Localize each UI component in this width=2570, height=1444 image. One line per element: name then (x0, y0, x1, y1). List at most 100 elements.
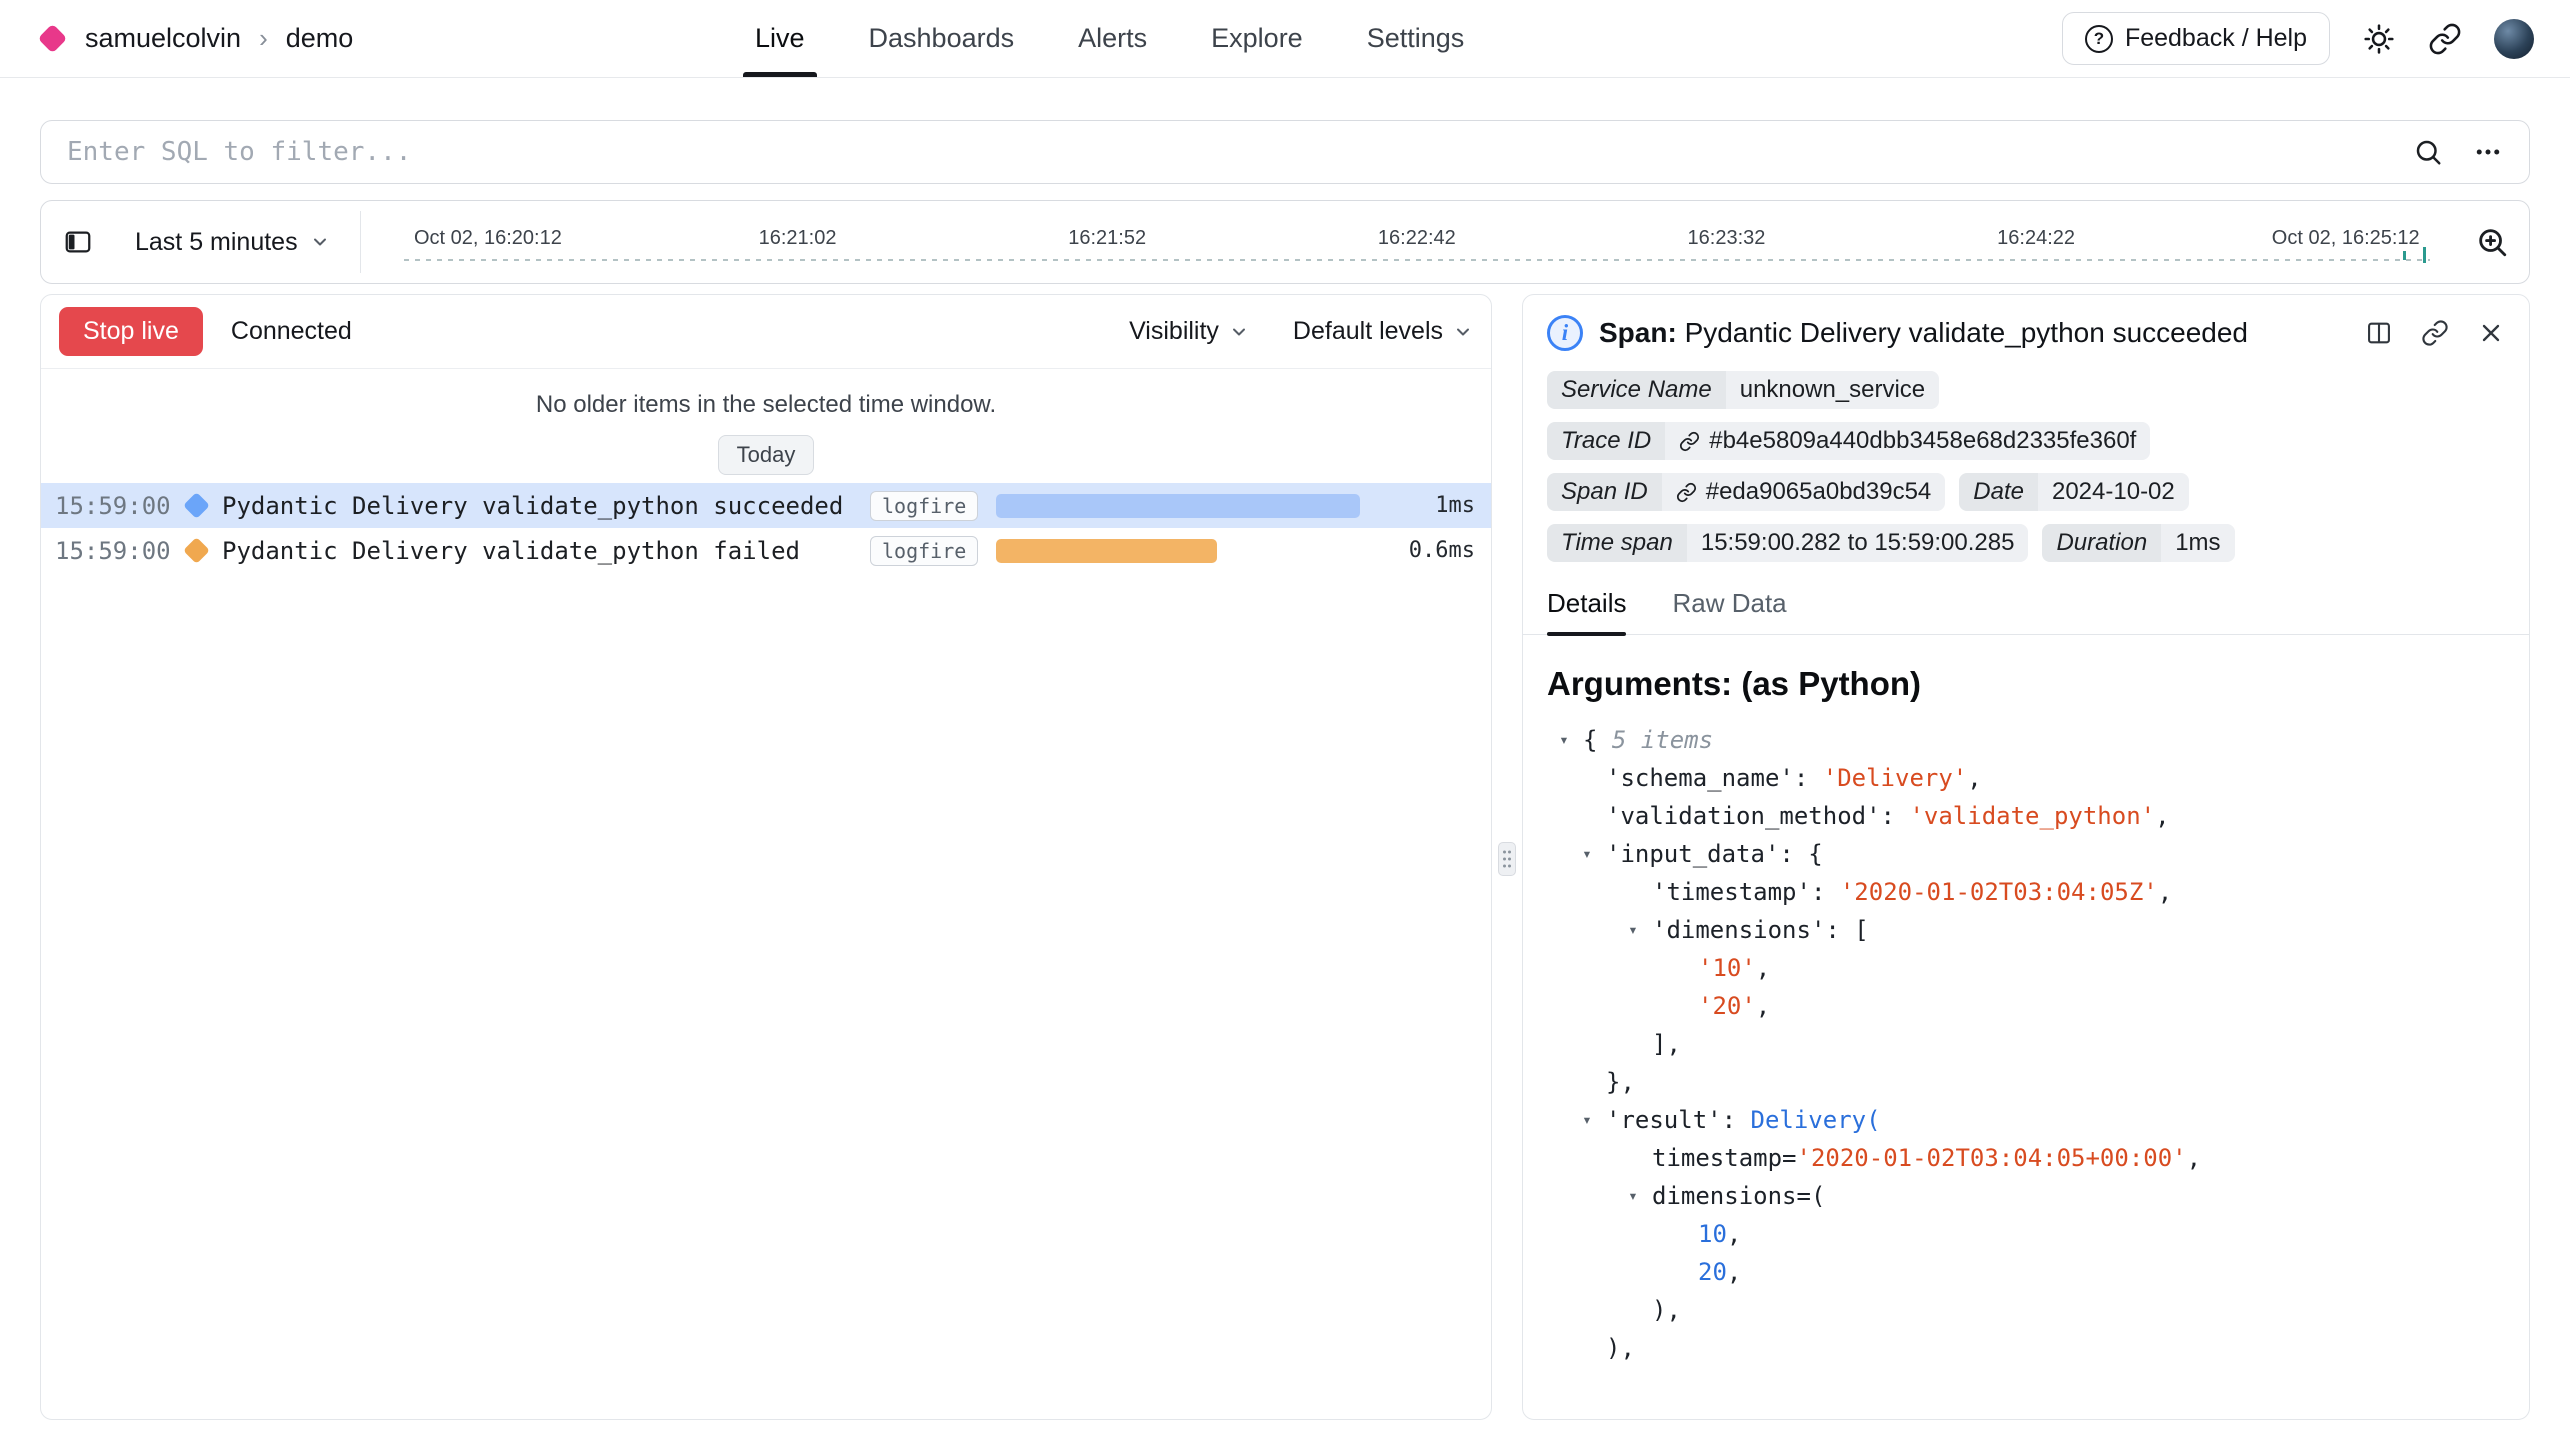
detail-tabs: Details Raw Data (1523, 588, 2529, 635)
close-icon[interactable] (2477, 319, 2505, 347)
trace-row[interactable]: 15:59:00Pydantic Delivery validate_pytho… (41, 528, 1491, 573)
time-range-select[interactable]: Last 5 minutes (101, 228, 348, 257)
sql-filter-bar (40, 120, 2530, 184)
breadcrumb-org[interactable]: samuelcolvin (85, 23, 241, 54)
collapse-toggle-icon[interactable]: ▾ (1576, 1101, 1598, 1139)
theme-toggle-icon[interactable] (2362, 22, 2396, 56)
timeline-tick-label: 16:22:42 (1378, 227, 1456, 250)
span-metadata-badges: Service Nameunknown_service Trace ID#b4e5… (1523, 365, 2529, 562)
panel-resize-divider (1492, 294, 1522, 1420)
nav-tab-settings[interactable]: Settings (1367, 0, 1465, 77)
link-icon[interactable] (1679, 431, 1700, 452)
visibility-dropdown[interactable]: Visibility (1129, 317, 1249, 346)
badge-value-text: 1ms (2175, 529, 2220, 557)
sql-filter-input[interactable] (67, 137, 2383, 167)
row-tag-badge[interactable]: logfire (870, 536, 978, 566)
arguments-code-tree: ▾{ 5 items'schema_name': 'Delivery','val… (1523, 721, 2529, 1383)
trace-row[interactable]: 15:59:00Pydantic Delivery validate_pytho… (41, 483, 1491, 528)
code-line: 'schema_name': 'Delivery', (1523, 759, 2529, 797)
breadcrumb: samuelcolvin › demo (36, 23, 353, 54)
timeline-track[interactable]: Oct 02, 16:20:12 16:21:02 16:21:52 16:22:42… (373, 201, 2461, 283)
badge-service-name: Service Nameunknown_service (1547, 371, 1939, 409)
badge-label: Date (1959, 473, 2038, 511)
nav-tab-dashboards[interactable]: Dashboards (869, 0, 1015, 77)
logfire-logo-icon[interactable] (38, 24, 68, 54)
copy-link-icon[interactable] (2421, 319, 2449, 347)
span-title: Span: Pydantic Delivery validate_python … (1599, 317, 2248, 349)
timeline-tick-label: Oct 02, 16:20:12 (414, 227, 562, 250)
tab-details[interactable]: Details (1547, 588, 1626, 634)
code-token-pc: { (1583, 726, 1597, 754)
code-token-str: 'validate_python' (1909, 802, 2155, 830)
timeline-tick-label: 16:21:52 (1068, 227, 1146, 250)
more-options-icon[interactable] (2473, 137, 2503, 167)
breadcrumb-project[interactable]: demo (286, 23, 354, 54)
row-span-title: Pydantic Delivery validate_python failed (222, 537, 870, 565)
code-token-pc: , (2187, 1144, 2201, 1172)
badge-value: 15:59:00.282 to 15:59:00.285 (1687, 524, 2029, 562)
code-token-cls: Delivery( (1751, 1106, 1881, 1134)
span-detail-header: i Span: Pydantic Delivery validate_pytho… (1523, 295, 2529, 365)
badge-label: Trace ID (1547, 422, 1665, 460)
collapse-toggle-icon[interactable]: ▾ (1576, 835, 1598, 873)
question-icon: ? (2085, 25, 2113, 53)
code-line: }, (1523, 1063, 2529, 1101)
timeline-tick-label: 16:24:22 (1997, 227, 2075, 250)
code-line: ], (1523, 1025, 2529, 1063)
code-line: ), (1523, 1329, 2529, 1367)
nav-tab-alerts[interactable]: Alerts (1078, 0, 1147, 77)
nav-tab-live[interactable]: Live (755, 0, 805, 77)
badge-row: Trace ID#b4e5809a440dbb3458e68d2335fe360… (1547, 422, 2505, 460)
panel-columns-icon[interactable] (2365, 319, 2393, 347)
badge-value: #b4e5809a440dbb3458e68d2335fe360f (1665, 422, 2150, 460)
link-icon[interactable] (1676, 482, 1697, 503)
code-token-str: 'Delivery' (1823, 764, 1968, 792)
badge-duration: Duration1ms (2042, 524, 2234, 562)
code-token-key: 'schema_name' (1606, 764, 1794, 792)
nav-tab-explore[interactable]: Explore (1211, 0, 1303, 77)
collapse-toggle-icon[interactable]: ▾ (1622, 911, 1644, 949)
stop-live-button[interactable]: Stop live (59, 307, 203, 356)
badge-trace-id: Trace ID#b4e5809a440dbb3458e68d2335fe360… (1547, 422, 2150, 460)
code-token-pc: : { (1779, 840, 1822, 868)
code-token-meta: 5 items (1597, 726, 1713, 754)
row-span-title: Pydantic Delivery validate_python succee… (222, 492, 870, 520)
visibility-label: Visibility (1129, 317, 1219, 346)
divider (360, 211, 362, 273)
timeline-tick-label: Oct 02, 16:25:12 (2272, 227, 2420, 250)
tab-raw-data[interactable]: Raw Data (1672, 588, 1786, 634)
badge-label: Span ID (1547, 473, 1662, 511)
breadcrumb-separator-icon: › (257, 23, 270, 54)
row-tag-badge[interactable]: logfire (870, 491, 978, 521)
default-levels-label: Default levels (1293, 317, 1443, 346)
code-token-pc: ), (1652, 1296, 1681, 1324)
timeline-tick-label: 16:21:02 (759, 227, 837, 250)
zoom-in-icon[interactable] (2475, 225, 2509, 259)
collapse-toggle-icon[interactable]: ▾ (1622, 1177, 1644, 1215)
code-token-str: '10' (1698, 954, 1756, 982)
search-icon[interactable] (2413, 137, 2443, 167)
code-token-pc: : (1811, 878, 1840, 906)
badge-value-text: unknown_service (1740, 376, 1925, 404)
code-line: timestamp='2020-01-02T03:04:05+00:00', (1523, 1139, 2529, 1177)
sidebar-toggle-icon[interactable] (55, 219, 101, 265)
feedback-help-button[interactable]: ? Feedback / Help (2062, 12, 2330, 65)
resize-grip-handle[interactable] (1498, 842, 1516, 876)
code-line: ▾'input_data': { (1523, 835, 2529, 873)
timeline-now-cursor (2423, 247, 2426, 263)
default-levels-dropdown[interactable]: Default levels (1293, 317, 1473, 346)
chevron-down-icon (310, 232, 330, 252)
share-link-icon[interactable] (2428, 22, 2462, 56)
badge-span-id: Span ID#eda9065a0bd39c54 (1547, 473, 1945, 511)
span-detail-actions (2365, 319, 2505, 347)
code-token-str: '2020-01-02T03:04:05+00:00' (1797, 1144, 2187, 1172)
collapse-toggle-icon[interactable]: ▾ (1553, 721, 1575, 759)
code-token-pc: : (1794, 764, 1823, 792)
code-token-pc: : (1722, 1106, 1751, 1134)
user-avatar[interactable] (2494, 19, 2534, 59)
code-token-pc: , (2155, 802, 2169, 830)
feedback-help-label: Feedback / Help (2125, 24, 2307, 53)
timeline-bar: Last 5 minutes Oct 02, 16:20:12 16:21:02 1… (40, 200, 2530, 284)
code-token-pc: , (2158, 878, 2172, 906)
code-token-num: 20 (1698, 1258, 1727, 1286)
